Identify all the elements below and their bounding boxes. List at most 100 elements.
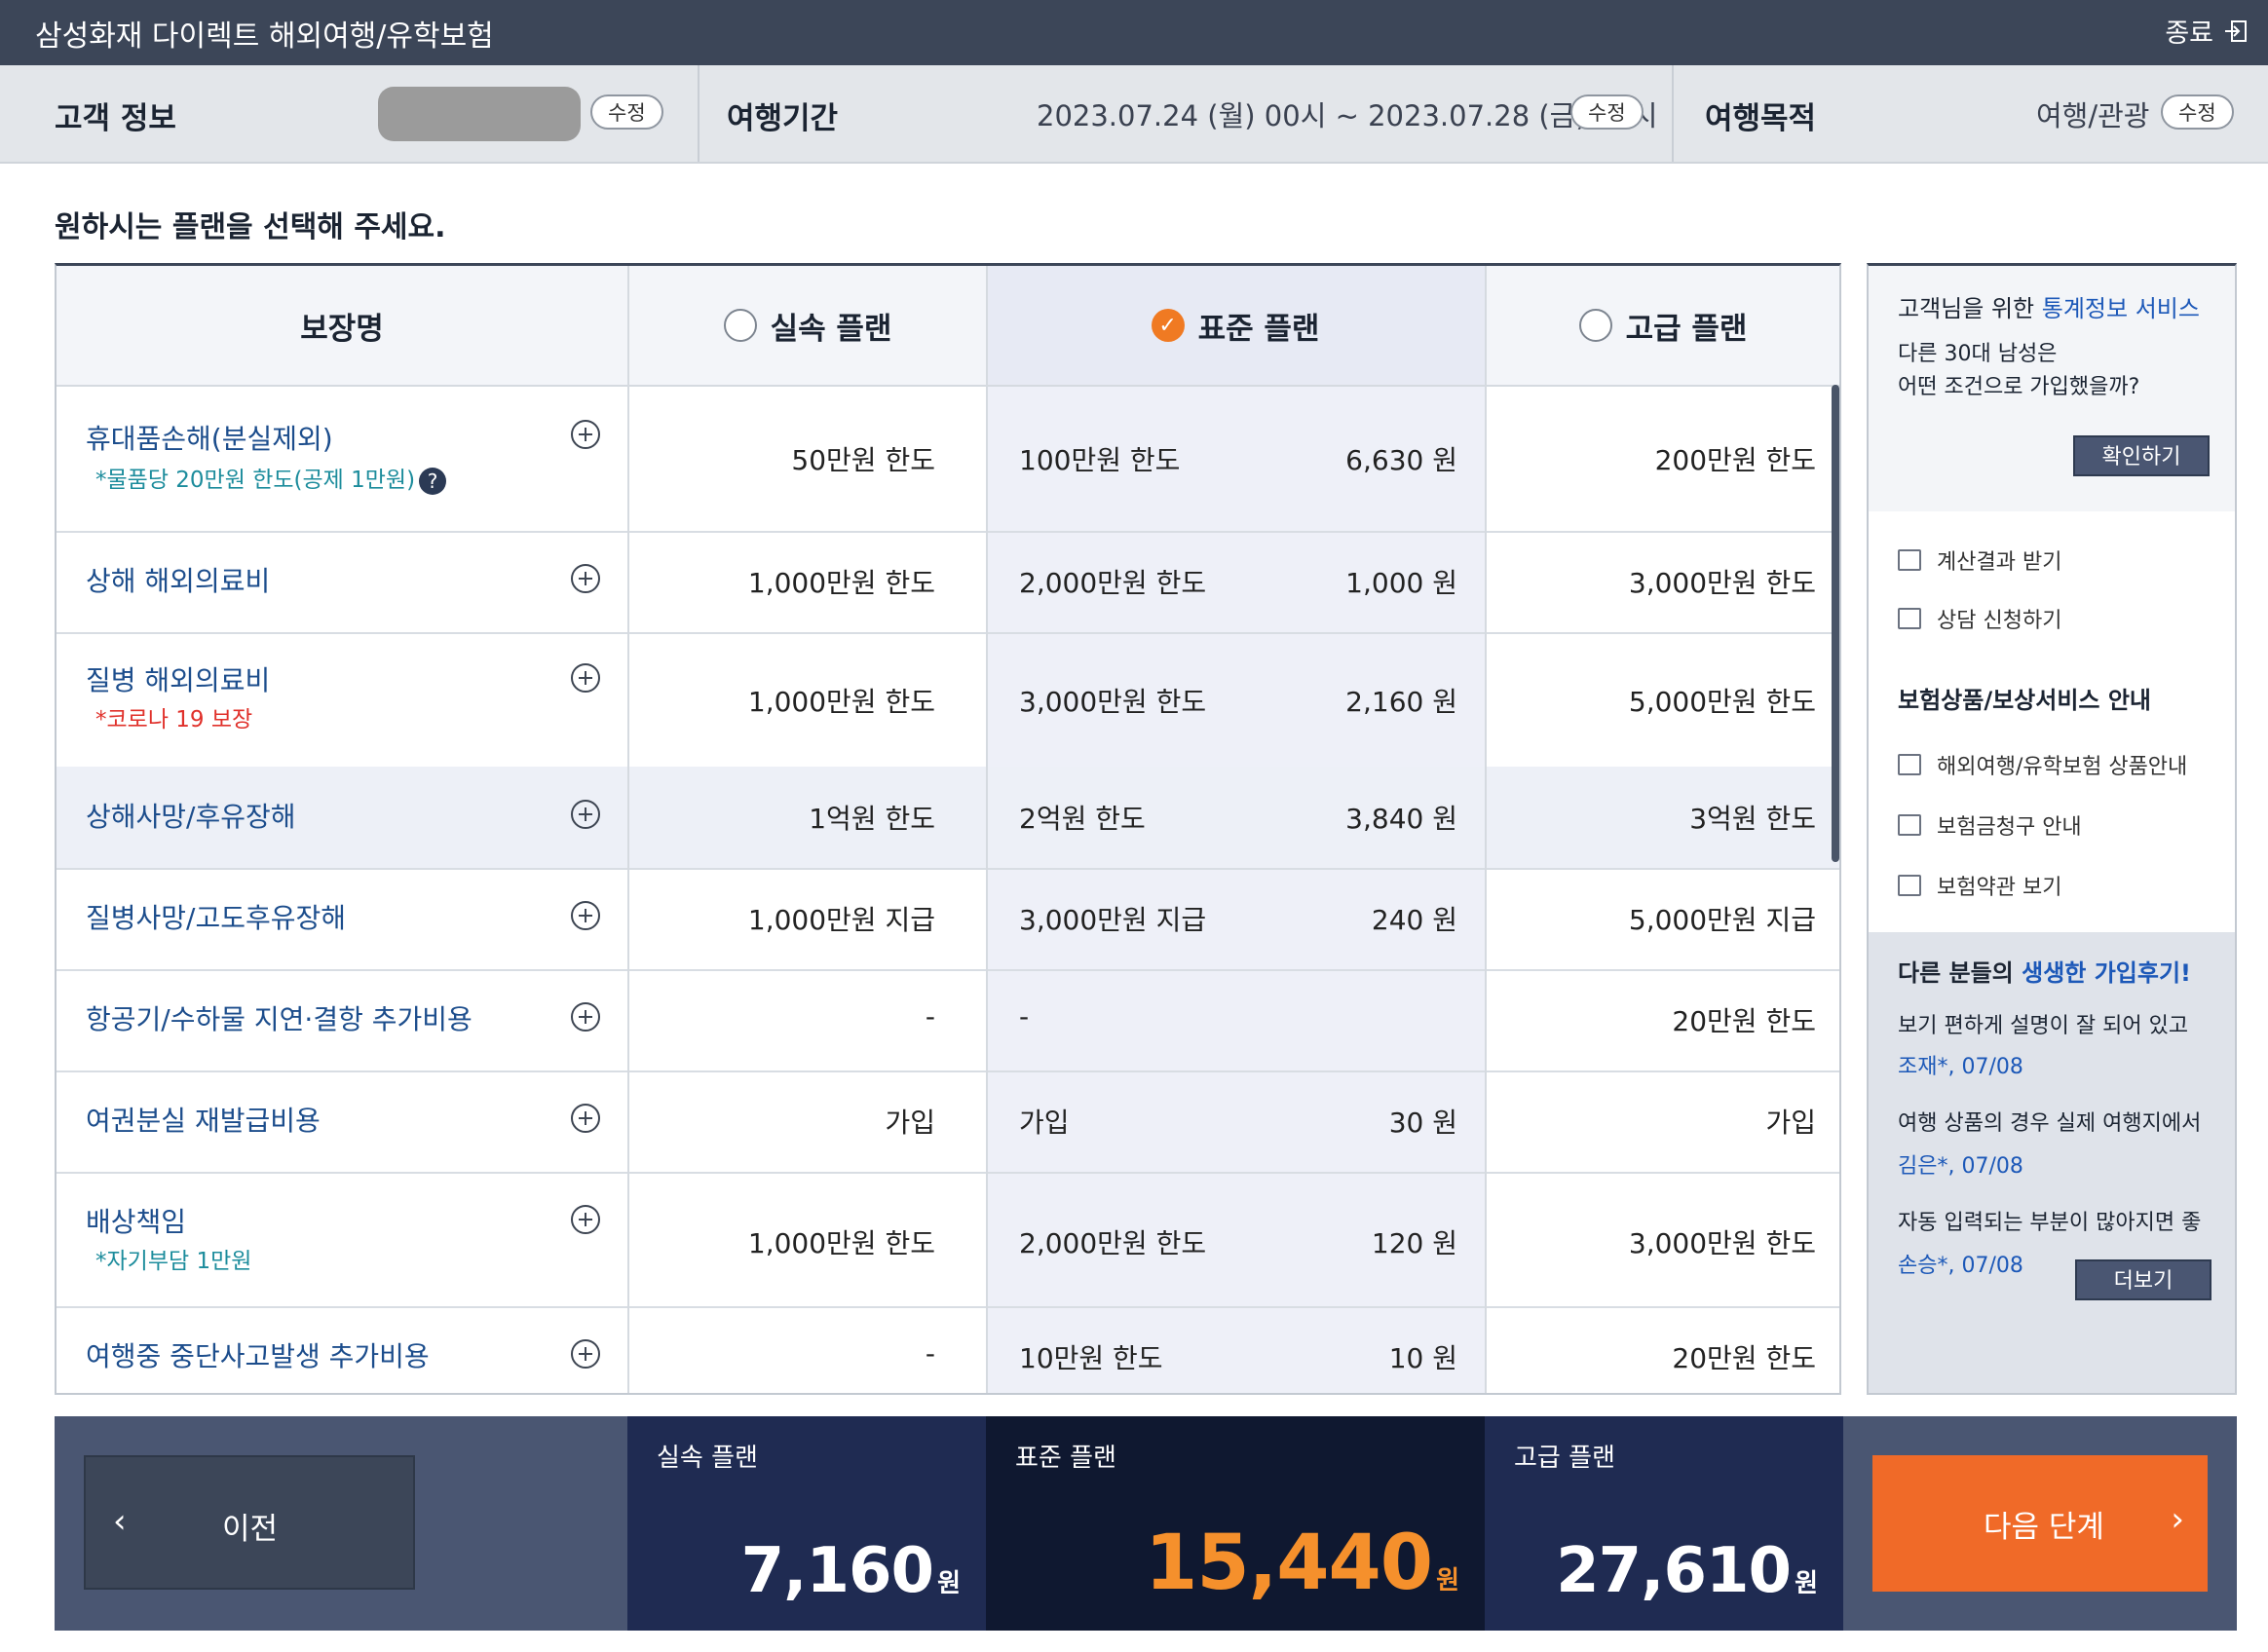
customer-info-section: 고객 정보 수정	[0, 65, 698, 162]
currency-label: 원	[1436, 1566, 1459, 1596]
plan-premium-label: 고급 플랜	[1625, 311, 1748, 347]
next-step-button[interactable]: 다음 단계 ›	[1872, 1455, 2208, 1592]
standard-value: 100만원 한도	[1019, 444, 1181, 476]
expand-plus-icon[interactable]	[571, 1339, 600, 1369]
stats-line-1: 다른 30대 남성은	[1898, 342, 2058, 366]
travel-purpose-section: 여행목적 여행/관광 수정	[1672, 65, 2268, 162]
basic-value: 가입	[885, 1107, 935, 1139]
travel-purpose-value: 여행/관광	[2036, 99, 2150, 132]
claim-guide-link[interactable]: 보험금청구 안내	[1898, 809, 2082, 841]
standard-premium: 6,630 원	[1345, 444, 1457, 476]
premium-value: 5,000만원 한도	[1628, 686, 1816, 718]
trip-info-bar: 고객 정보 수정 여행기간 2023.07.24 (월) 00시 ~ 2023.…	[0, 65, 2268, 164]
coverage-name[interactable]: 여권분실 재발급비용	[86, 1100, 321, 1139]
expand-plus-icon[interactable]	[571, 564, 600, 593]
table-header: 보장명 실속 플랜 ✓ 표준 플랜 고급 플랜	[57, 266, 1839, 387]
coverage-name[interactable]: 상해 해외의료비	[86, 560, 270, 599]
expand-plus-icon[interactable]	[571, 1104, 600, 1133]
expand-plus-icon[interactable]	[571, 1205, 600, 1234]
basic-value: 1억원 한도	[809, 803, 935, 835]
travel-period-value: 2023.07.24 (월) 00시 ~ 2023.07.28 (금) 23시	[1037, 99, 1658, 132]
next-label: 다음 단계	[1984, 1510, 2104, 1545]
table-row: 질병 해외의료비 *코로나 19 보장 1,000만원 한도 3,000만원 한…	[57, 632, 1839, 769]
edit-period-button[interactable]: 수정	[1570, 94, 1644, 130]
table-row: 상해 해외의료비 1,000만원 한도 2,000만원 한도 1,000 원 3…	[57, 531, 1839, 634]
standard-premium: 3,840 원	[1345, 803, 1457, 835]
basic-value: 1,000만원 한도	[747, 1227, 935, 1259]
premium-value: 3,000만원 한도	[1628, 567, 1816, 599]
consult-link[interactable]: 상담 신청하기	[1898, 603, 2061, 634]
standard-premium: 240 원	[1371, 904, 1457, 936]
prev-button[interactable]: ‹ 이전	[84, 1455, 415, 1590]
review-meta: 조재*, 07/08	[1898, 1055, 2023, 1079]
standard-value: 10만원 한도	[1019, 1342, 1163, 1374]
table-row: 배상책임 *자기부담 1만원 1,000만원 한도 2,000만원 한도 120…	[57, 1172, 1839, 1308]
expand-plus-icon[interactable]	[571, 420, 600, 449]
edit-customer-button[interactable]: 수정	[590, 94, 663, 130]
radio-premium[interactable]	[1578, 309, 1612, 342]
coverage-name[interactable]: 항공기/수하물 지연·결항 추가비용	[86, 998, 472, 1037]
expand-plus-icon[interactable]	[571, 663, 600, 693]
standard-value: -	[1019, 1000, 1030, 1032]
standard-value: 2억원 한도	[1019, 803, 1146, 835]
coverage-name[interactable]: 배상책임	[86, 1201, 186, 1240]
expand-plus-icon[interactable]	[571, 800, 600, 829]
coverage-name[interactable]: 휴대품손해(분실제외)	[86, 418, 333, 457]
expand-plus-icon[interactable]	[571, 901, 600, 930]
basic-value: 1,000만원 한도	[747, 567, 935, 599]
standard-premium: 10 원	[1388, 1342, 1457, 1374]
more-reviews-button[interactable]: 더보기	[2075, 1259, 2211, 1300]
currency-label: 원	[937, 1569, 961, 1598]
plan-premium-total[interactable]: 고급 플랜 27,610 원	[1485, 1416, 1843, 1631]
coverage-name[interactable]: 상해사망/후유장해	[86, 796, 296, 835]
standard-value: 2,000만원 한도	[1019, 1227, 1207, 1259]
plan-standard-label: 표준 플랜	[1197, 311, 1320, 347]
review-text: 보기 편하게 설명이 잘 되어 있고	[1898, 1014, 2189, 1038]
coverage-name[interactable]: 여행중 중단사고발생 추가비용	[86, 1335, 430, 1374]
sidebar: 고객님을 위한 통계정보 서비스 다른 30대 남성은 어떤 조건으로 가입했을…	[1867, 263, 2237, 1395]
masked-customer-name	[378, 87, 581, 141]
plan-basic-header[interactable]: 실속 플랜	[629, 266, 986, 385]
coverage-name[interactable]: 질병 해외의료비	[86, 659, 270, 698]
review-meta: 손승*, 07/08	[1898, 1254, 2023, 1278]
travel-period-section: 여행기간 2023.07.24 (월) 00시 ~ 2023.07.28 (금)…	[698, 65, 1672, 162]
plan-premium-header[interactable]: 고급 플랜	[1485, 266, 1839, 385]
coverage-note: *물품당 20만원 한도(공제 1만원)?	[95, 461, 447, 495]
standard-premium: 30 원	[1388, 1107, 1457, 1139]
reviews-title: 다른 분들의 생생한 가입후기!	[1898, 959, 2191, 987]
table-row: 여행중 중단사고발생 추가비용 - 10만원 한도 10 원 20만원 한도	[57, 1306, 1839, 1393]
terms-link[interactable]: 보험약관 보기	[1898, 870, 2061, 901]
quick-links-section: 계산결과 받기 상담 신청하기	[1869, 511, 2235, 659]
edit-purpose-button[interactable]: 수정	[2161, 94, 2234, 130]
radio-basic[interactable]	[723, 309, 757, 342]
table-scrollbar[interactable]	[1832, 385, 1839, 862]
reviews-section: 다른 분들의 생생한 가입후기! 보기 편하게 설명이 잘 되어 있고 조재*,…	[1869, 932, 2235, 1393]
get-result-link[interactable]: 계산결과 받기	[1898, 544, 2061, 576]
table-row: 항공기/수하물 지연·결항 추가비용 - - 20만원 한도	[57, 969, 1839, 1072]
customer-info-label: 고객 정보	[55, 101, 176, 136]
plan-standard-total[interactable]: 표준 플랜 15,440 원	[986, 1416, 1485, 1631]
basic-value: 50만원 한도	[791, 444, 935, 476]
premium-value: 5,000만원 지급	[1628, 904, 1816, 936]
product-guide-link[interactable]: 해외여행/유학보험 상품안내	[1898, 749, 2187, 780]
clipboard-icon	[1898, 814, 1921, 836]
premium-value: 20만원 한도	[1672, 1342, 1816, 1374]
stats-service-section: 고객님을 위한 통계정보 서비스 다른 30대 남성은 어떤 조건으로 가입했을…	[1869, 266, 2235, 513]
document-icon	[1898, 875, 1921, 896]
coverage-name[interactable]: 질병사망/고도후유장해	[86, 897, 346, 936]
exit-button[interactable]: 종료	[2165, 12, 2249, 50]
confirm-button[interactable]: 확인하기	[2073, 435, 2210, 476]
table-row: 질병사망/고도후유장해 1,000만원 지급 3,000만원 지급 240 원 …	[57, 868, 1839, 971]
plan-basic-total[interactable]: 실속 플랜 7,160 원	[627, 1416, 986, 1631]
expand-plus-icon[interactable]	[571, 1002, 600, 1032]
radio-standard-checked-icon[interactable]: ✓	[1151, 309, 1185, 342]
plan-basic-label: 실속 플랜	[770, 311, 892, 347]
plan-standard-header[interactable]: ✓ 표준 플랜	[986, 266, 1485, 385]
exit-label: 종료	[2165, 19, 2213, 49]
premium-value: 3,000만원 한도	[1628, 1227, 1816, 1259]
premium-value: 3억원 한도	[1689, 803, 1816, 835]
chevron-left-icon: ‹	[113, 1502, 127, 1541]
exit-icon	[2225, 19, 2247, 42]
help-icon[interactable]: ?	[419, 467, 447, 495]
guide-title: 보험상품/보상서비스 안내	[1898, 687, 2152, 714]
